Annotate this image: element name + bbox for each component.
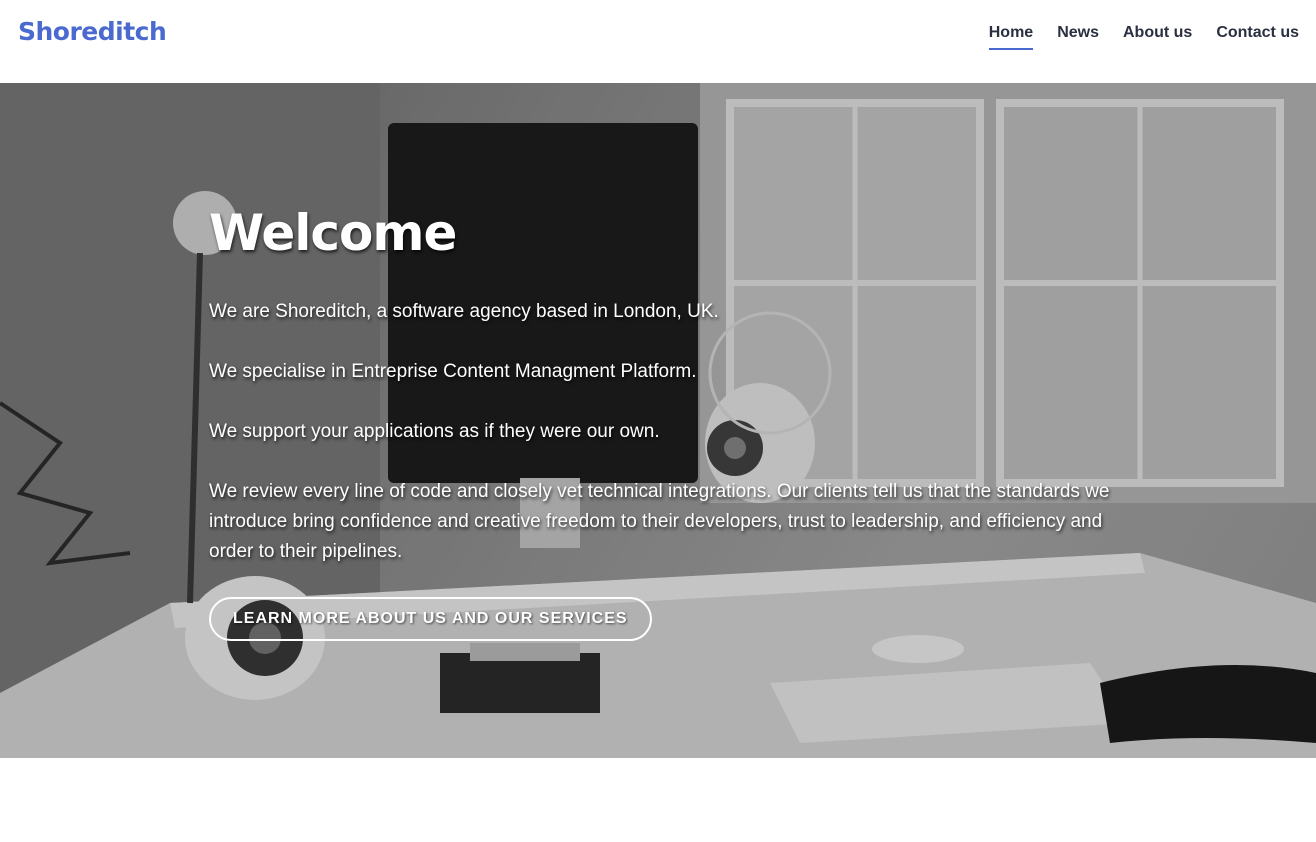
hero-paragraph: We review every line of code and closely… bbox=[209, 481, 1110, 562]
main-nav: Home News About us Contact us bbox=[988, 24, 1299, 50]
hero-paragraph: We support your applications as if they … bbox=[209, 421, 660, 442]
hero-section: Welcome We are Shoreditch, a software ag… bbox=[0, 83, 1316, 758]
brand-logo[interactable]: Shoreditch bbox=[18, 17, 167, 46]
hero-paragraph: We are Shoreditch, a software agency bas… bbox=[209, 301, 719, 322]
nav-item-contact-us[interactable]: Contact us bbox=[1216, 24, 1299, 49]
site-header: Shoreditch Home News About us Contact us bbox=[0, 0, 1316, 83]
learn-more-button[interactable]: LEARN MORE ABOUT US AND OUR SERVICES bbox=[209, 597, 652, 641]
hero-title: Welcome bbox=[209, 204, 457, 262]
nav-item-news[interactable]: News bbox=[1057, 24, 1099, 49]
hero-paragraph: We specialise in Entreprise Content Mana… bbox=[209, 361, 697, 382]
nav-item-home[interactable]: Home bbox=[988, 24, 1034, 50]
hero-content: Welcome We are Shoreditch, a software ag… bbox=[209, 203, 1129, 641]
nav-item-about-us[interactable]: About us bbox=[1123, 24, 1192, 49]
